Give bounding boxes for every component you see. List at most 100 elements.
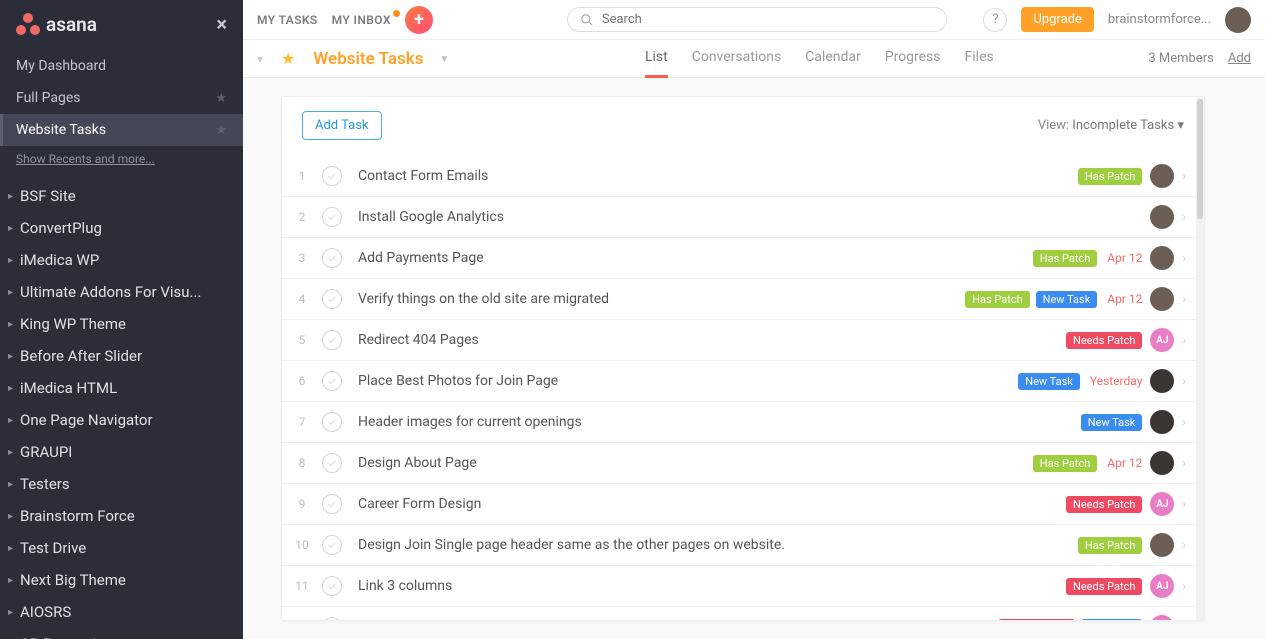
tag-has_patch[interactable]: Has Patch	[1078, 537, 1143, 554]
sidebar-group-item[interactable]: ▸iMedica WP	[0, 244, 243, 276]
task-row[interactable]: 6Place Best Photos for Join PageNew Task…	[282, 361, 1204, 402]
sidebar-group-item[interactable]: ▸AIOSRS	[0, 596, 243, 628]
chevron-right-icon[interactable]: ›	[1182, 579, 1186, 593]
complete-checkbox[interactable]	[322, 166, 342, 186]
sidebar-group-item[interactable]: ▸One Page Navigator	[0, 404, 243, 436]
sidebar-recent-item[interactable]: Full Pages★	[0, 82, 243, 114]
sidebar-group-item[interactable]: ▸Before After Slider	[0, 340, 243, 372]
assignee-avatar[interactable]	[1150, 164, 1174, 188]
tag-new_task[interactable]: New Task	[1081, 414, 1143, 431]
tab-progress[interactable]: Progress	[885, 49, 941, 78]
assignee-avatar[interactable]	[1150, 410, 1174, 434]
close-sidebar-icon[interactable]: ×	[216, 12, 227, 36]
search-box[interactable]	[567, 7, 947, 32]
task-row[interactable]: 10Design Join Single page header same as…	[282, 525, 1204, 566]
sidebar-group-item[interactable]: ▸Ultimate Addons For Visu...	[0, 276, 243, 308]
complete-checkbox[interactable]	[322, 371, 342, 391]
star-icon[interactable]: ★	[215, 91, 227, 106]
chevron-right-icon[interactable]: ›	[1182, 210, 1186, 224]
view-selector[interactable]: View: Incomplete Tasks ▾	[1038, 118, 1184, 133]
complete-checkbox[interactable]	[322, 494, 342, 514]
task-row[interactable]: 8Design About PageHas PatchApr 12›	[282, 443, 1204, 484]
star-icon[interactable]: ★	[281, 49, 295, 68]
task-row[interactable]: 12Sendy Newsletter WidgetNeeds PatchNew …	[282, 607, 1204, 621]
sidebar-group-item[interactable]: ▸GRAUPI	[0, 436, 243, 468]
assignee-avatar[interactable]	[1150, 205, 1174, 229]
complete-checkbox[interactable]	[322, 535, 342, 555]
chevron-right-icon[interactable]: ›	[1182, 169, 1186, 183]
tag-needs_patch[interactable]: Needs Patch	[1066, 496, 1142, 513]
sidebar-recent-item[interactable]: Website Tasks★	[0, 114, 243, 146]
sidebar-group-item[interactable]: ▸iMedica HTML	[0, 372, 243, 404]
tag-has_patch[interactable]: Has Patch	[1033, 250, 1098, 267]
sidebar-my-dashboard[interactable]: My Dashboard	[0, 50, 243, 82]
tag-has_patch[interactable]: Has Patch	[965, 291, 1030, 308]
username-label[interactable]: brainstormforce...	[1108, 12, 1211, 27]
nav-my-inbox[interactable]: MY INBOX	[332, 13, 391, 27]
sidebar-group-item[interactable]: ▸Test Drive	[0, 532, 243, 564]
sidebar-group-item[interactable]: ▸ConvertPlug	[0, 212, 243, 244]
chevron-right-icon[interactable]: ›	[1182, 538, 1186, 552]
help-button[interactable]: ?	[983, 8, 1007, 32]
tag-new_task[interactable]: New Task	[1018, 373, 1080, 390]
task-row[interactable]: 7Header images for current openingsNew T…	[282, 402, 1204, 443]
star-icon[interactable]: ★	[215, 123, 227, 138]
sidebar-group-item[interactable]: ▸BSF Site	[0, 180, 243, 212]
chevron-right-icon[interactable]: ›	[1182, 292, 1186, 306]
assignee-avatar[interactable]: AJ	[1150, 615, 1174, 621]
assignee-avatar[interactable]	[1150, 533, 1174, 557]
tag-needs_patch[interactable]: Needs Patch	[1066, 578, 1142, 595]
project-dropdown-icon[interactable]: ▾	[441, 52, 447, 65]
complete-checkbox[interactable]	[322, 453, 342, 473]
task-row[interactable]: 3Add Payments PageHas PatchApr 12›	[282, 238, 1204, 279]
sidebar-group-item[interactable]: ▸King WP Theme	[0, 308, 243, 340]
tag-new_task[interactable]: New Task	[1036, 291, 1098, 308]
tag-needs_patch[interactable]: Needs Patch	[1066, 332, 1142, 349]
tab-files[interactable]: Files	[965, 49, 994, 78]
show-recents-link[interactable]: Show Recents and more...	[0, 146, 243, 180]
complete-checkbox[interactable]	[322, 248, 342, 268]
sidebar-group-item[interactable]: ▸Testers	[0, 468, 243, 500]
tag-needs_patch[interactable]: Needs Patch	[998, 619, 1074, 622]
logo[interactable]: asana	[16, 13, 97, 36]
add-task-button[interactable]: Add Task	[302, 111, 382, 140]
assignee-avatar[interactable]	[1150, 246, 1174, 270]
tab-calendar[interactable]: Calendar	[805, 49, 861, 78]
add-member-link[interactable]: Add	[1228, 51, 1251, 66]
complete-checkbox[interactable]	[322, 412, 342, 432]
assignee-avatar[interactable]	[1150, 369, 1174, 393]
avatar[interactable]	[1225, 7, 1251, 33]
assignee-avatar[interactable]: AJ	[1150, 328, 1174, 352]
task-row[interactable]: 4Verify things on the old site are migra…	[282, 279, 1204, 320]
upgrade-button[interactable]: Upgrade	[1021, 7, 1093, 32]
add-button[interactable]: +	[405, 6, 433, 34]
chevron-right-icon[interactable]: ›	[1182, 251, 1186, 265]
assignee-avatar[interactable]: AJ	[1150, 574, 1174, 598]
members-count[interactable]: 3 Members	[1148, 51, 1213, 66]
tag-has_patch[interactable]: Has Patch	[1033, 455, 1098, 472]
project-title[interactable]: Website Tasks	[313, 49, 423, 69]
assignee-avatar[interactable]	[1150, 451, 1174, 475]
task-row[interactable]: 5Redirect 404 PagesNeeds PatchAJ›	[282, 320, 1204, 361]
task-row[interactable]: 11Link 3 columnsNeeds PatchAJ›	[282, 566, 1204, 607]
nav-my-tasks[interactable]: MY TASKS	[257, 13, 318, 27]
tab-list[interactable]: List	[645, 49, 668, 78]
assignee-avatar[interactable]: AJ	[1150, 492, 1174, 516]
sidebar-group-item[interactable]: ▸CP Promotion	[0, 628, 243, 639]
chevron-right-icon[interactable]: ›	[1182, 620, 1186, 621]
tag-has_patch[interactable]: Has Patch	[1078, 168, 1143, 185]
task-row[interactable]: 1Contact Form EmailsHas Patch›	[282, 156, 1204, 197]
task-row[interactable]: 2Install Google Analytics›	[282, 197, 1204, 238]
chevron-down-icon[interactable]: ▾	[257, 52, 263, 66]
chevron-right-icon[interactable]: ›	[1182, 497, 1186, 511]
complete-checkbox[interactable]	[322, 289, 342, 309]
tab-conversations[interactable]: Conversations	[692, 49, 781, 78]
sidebar-group-item[interactable]: ▸Next Big Theme	[0, 564, 243, 596]
complete-checkbox[interactable]	[322, 576, 342, 596]
complete-checkbox[interactable]	[322, 207, 342, 227]
chevron-right-icon[interactable]: ›	[1182, 374, 1186, 388]
chevron-right-icon[interactable]: ›	[1182, 415, 1186, 429]
complete-checkbox[interactable]	[322, 330, 342, 350]
sidebar-group-item[interactable]: ▸Brainstorm Force	[0, 500, 243, 532]
tag-new_task[interactable]: New Task	[1081, 619, 1143, 622]
